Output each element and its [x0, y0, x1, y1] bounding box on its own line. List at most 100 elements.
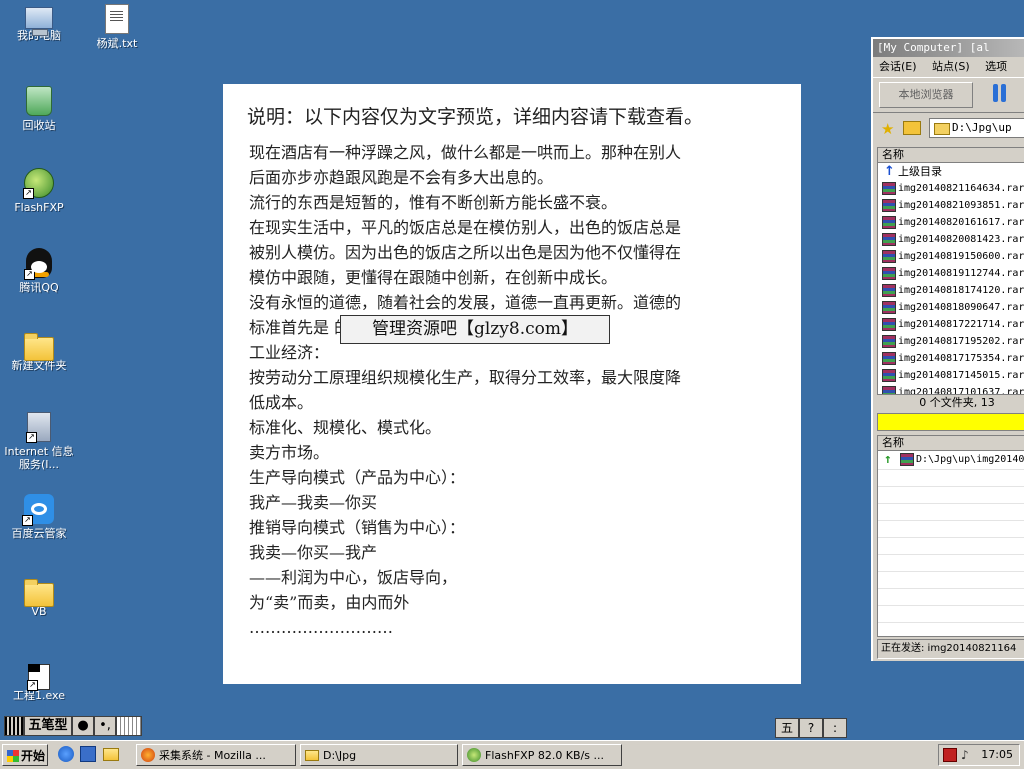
desktop-icon-txt-file[interactable]: 杨斌.txt — [79, 4, 155, 50]
desktop-icon-recycle-bin[interactable]: 回收站 — [1, 86, 77, 132]
ime-logo-icon[interactable] — [4, 716, 24, 736]
list-item[interactable]: img20140817195202.rar — [878, 333, 1024, 350]
toolbar: 本地浏览器 — [873, 77, 1024, 113]
list-item[interactable]: img20140820081423.rar — [878, 231, 1024, 248]
tray-app-icon[interactable] — [943, 748, 957, 762]
menu-session[interactable]: 会话(E) — [879, 60, 917, 73]
list-item[interactable]: img20140817175354.rar — [878, 350, 1024, 367]
up-folder-icon[interactable] — [903, 121, 921, 135]
document-line: 低成本。 — [249, 393, 314, 412]
start-button[interactable]: 开始 — [2, 744, 48, 766]
rar-archive-icon — [882, 301, 896, 314]
desktop-icon-label: Internet 信息服务(I... — [4, 445, 74, 471]
document-line: 按劳动分工原理组织规模化生产，取得分工效率，最大限度降 — [249, 368, 682, 387]
document-line: 模仿中跟随，更懂得在跟随中创新，在创新中成长。 — [249, 268, 618, 287]
flashfxp-icon: ↗ — [23, 168, 54, 199]
list-item[interactable]: img20140820161617.rar — [878, 214, 1024, 231]
desktop-icon-vb[interactable]: VB — [1, 578, 77, 618]
list-item[interactable]: img20140821093851.rar — [878, 197, 1024, 214]
taskbar-item-label: D:\Jpg — [323, 749, 357, 762]
ime-wubi-icon[interactable]: 五 — [775, 718, 799, 738]
path-input[interactable]: D:\Jpg\up — [929, 118, 1024, 138]
language-bar-options-icon[interactable]: : — [823, 718, 847, 738]
desktop-icon-label: 杨斌.txt — [96, 37, 138, 50]
list-item-label: img20140820161617.rar — [898, 217, 1024, 228]
desktop-icon-label: 工程1.exe — [12, 689, 65, 702]
internet-explorer-icon[interactable] — [58, 746, 74, 762]
explorer-folder-icon[interactable] — [103, 748, 119, 761]
column-header-name[interactable]: 名称 — [878, 148, 1024, 163]
shortcut-arrow-icon: ↗ — [27, 680, 38, 691]
list-item-label: img20140817175354.rar — [898, 353, 1024, 364]
document-preview: 说明：以下内容仅为文字预览，详细内容请下载查看。 现在酒店有一种浮躁之风，做什么… — [223, 84, 801, 684]
list-item[interactable]: img20140817145015.rar — [878, 367, 1024, 384]
desktop-icon-label: FlashFXP — [14, 201, 64, 214]
desktop-icon-baidu-cloud[interactable]: ↗ 百度云管家 — [1, 494, 77, 540]
list-item-label: img20140819150600.rar — [898, 251, 1024, 262]
transfer-queue[interactable]: 名称 ↑ D:\Jpg\up\img20140 — [877, 435, 1024, 637]
desktop-icon-iis[interactable]: ↗ Internet 信息服务(I... — [1, 412, 77, 471]
file-count-status: 0 个文件夹, 13 — [919, 396, 995, 409]
ime-fullwidth-toggle[interactable]: ● — [72, 716, 94, 736]
desktop-icon-flashfxp[interactable]: ↗ FlashFXP — [1, 168, 77, 214]
ime-mode-button[interactable]: 五笔型 — [24, 716, 72, 736]
queue-item[interactable]: ↑ D:\Jpg\up\img20140 — [878, 451, 1024, 469]
taskbar-item-folder[interactable]: D:\Jpg — [300, 744, 458, 766]
rar-archive-icon — [882, 216, 896, 229]
document-line: 后面亦步亦趋跟风跑是不会有多大出息的。 — [249, 168, 554, 187]
local-browser-button[interactable]: 本地浏览器 — [879, 82, 973, 108]
qq-icon: ↗ — [24, 248, 52, 280]
document-line: 为“卖”而卖，由内而外 — [249, 593, 410, 612]
list-item[interactable]: img20140821164634.rar — [878, 180, 1024, 197]
up-arrow-icon: ↑ — [884, 164, 895, 179]
window-title[interactable]: [My Computer] [al — [873, 39, 1024, 57]
list-item[interactable]: img20140818090647.rar — [878, 299, 1024, 316]
list-item-label: img20140818090647.rar — [898, 302, 1024, 313]
system-tray: ♪ 17:05 — [938, 744, 1020, 766]
rar-archive-icon — [900, 453, 914, 466]
document-line: 我卖—你买—我产 — [249, 543, 378, 562]
baidu-cloud-icon: ↗ — [22, 494, 54, 526]
menu-options[interactable]: 选项 — [985, 60, 1007, 73]
folder-icon — [24, 579, 54, 607]
document-line: 标准化、规模化、模式化。 — [249, 418, 442, 437]
transfer-progress-bar — [877, 413, 1024, 431]
pause-icon[interactable] — [993, 84, 1007, 102]
document-line: 生产导向模式（产品为中心）： — [249, 468, 466, 487]
rar-archive-icon — [882, 318, 896, 331]
list-item[interactable]: img20140819150600.rar — [878, 248, 1024, 265]
favorites-star-icon[interactable]: ★ — [881, 120, 894, 138]
desktop-icon-my-computer[interactable]: 我的电脑 — [1, 4, 77, 42]
soft-keyboard-icon[interactable] — [116, 716, 142, 736]
list-item[interactable]: img20140817221714.rar — [878, 316, 1024, 333]
menu-sites[interactable]: 站点(S) — [932, 60, 970, 73]
taskbar-item-firefox[interactable]: 采集系统 - Mozilla ... — [136, 744, 296, 766]
show-desktop-icon[interactable] — [80, 746, 96, 762]
taskbar-item-flashfxp[interactable]: FlashFXP 82.0 KB/s ... — [462, 744, 622, 766]
list-item[interactable]: img20140819112744.rar — [878, 265, 1024, 282]
rar-archive-icon — [882, 284, 896, 297]
file-list[interactable]: 名称 ↑ 上级目录 img20140821164634.rar img201408… — [877, 147, 1024, 395]
ime-punctuation-toggle[interactable]: •, — [94, 716, 116, 736]
recycle-bin-icon — [26, 86, 52, 116]
clock[interactable]: 17:05 — [981, 745, 1013, 765]
document-line: 我产—我卖—你买 — [249, 493, 378, 512]
help-icon[interactable]: ? — [799, 718, 823, 738]
path-row: ★ D:\Jpg\up — [873, 117, 1024, 139]
rar-archive-icon — [882, 250, 896, 263]
queue-column-header-name[interactable]: 名称 — [878, 436, 1024, 451]
rar-archive-icon — [882, 233, 896, 246]
volume-icon[interactable]: ♪ — [961, 748, 975, 762]
desktop-icon-new-folder[interactable]: 新建文件夹 — [1, 332, 77, 372]
list-item[interactable]: img20140817101637.rar — [878, 384, 1024, 394]
list-item-parent-dir[interactable]: ↑ 上级目录 — [878, 163, 1024, 180]
desktop-icon-exe[interactable]: ↗ 工程1.exe — [1, 660, 77, 702]
rar-archive-icon — [882, 199, 896, 212]
shortcut-arrow-icon: ↗ — [26, 432, 37, 443]
desktop-icon-qq[interactable]: ↗ 腾讯QQ — [1, 248, 77, 294]
rar-archive-icon — [882, 267, 896, 280]
list-item[interactable]: img20140818174120.rar — [878, 282, 1024, 299]
rar-archive-icon — [882, 386, 896, 394]
list-item-label: img20140817195202.rar — [898, 336, 1024, 347]
queue-item-label: D:\Jpg\up\img20140 — [916, 454, 1024, 465]
